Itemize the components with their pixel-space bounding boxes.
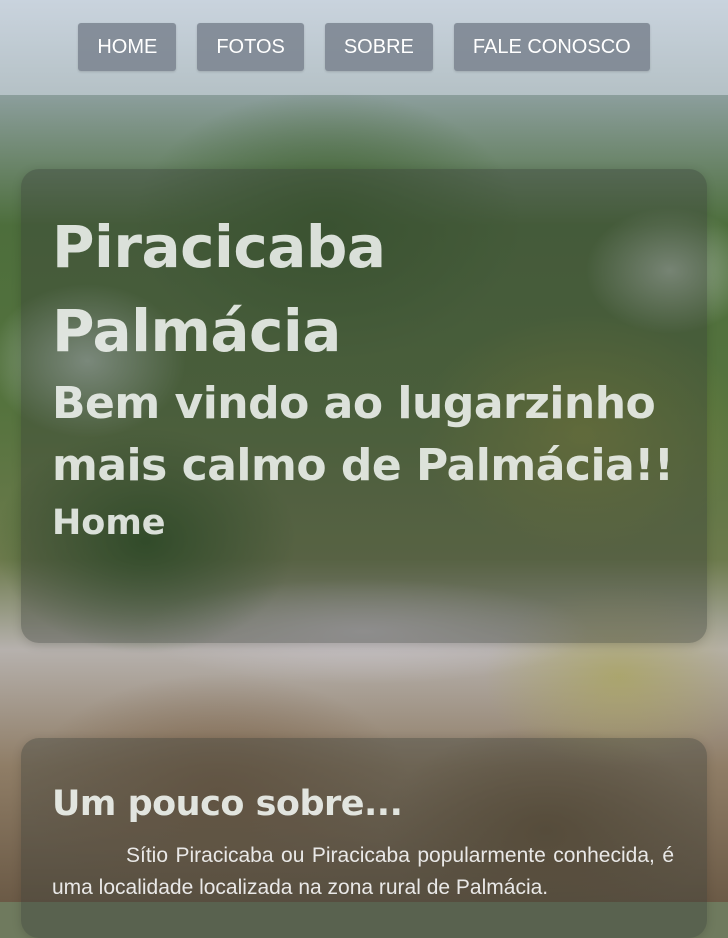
welcome-subtitle: Bem vindo ao lugarzinho mais calmo de Pa… bbox=[52, 378, 674, 491]
about-heading: Um pouco sobre... bbox=[52, 784, 403, 824]
main-nav: HOME FOTOS SOBRE FALE CONOSCO bbox=[0, 23, 728, 71]
page-name-heading: Home bbox=[52, 503, 166, 543]
site-title: Piracicaba Palmácia bbox=[52, 213, 386, 365]
nav-sobre-button[interactable]: SOBRE bbox=[324, 23, 433, 71]
about-card: Um pouco sobre... Sítio Piracicaba ou Pi… bbox=[21, 738, 707, 938]
nav-fale-conosco-button[interactable]: FALE CONOSCO bbox=[453, 23, 650, 71]
about-paragraph: Sítio Piracicaba ou Piracicaba popularme… bbox=[52, 844, 674, 899]
nav-fotos-button[interactable]: FOTOS bbox=[197, 23, 304, 71]
nav-home-button[interactable]: HOME bbox=[78, 23, 177, 71]
hero-card: Piracicaba Palmácia Bem vindo ao lugarzi… bbox=[21, 169, 707, 643]
top-navigation-bar: HOME FOTOS SOBRE FALE CONOSCO bbox=[0, 0, 728, 95]
